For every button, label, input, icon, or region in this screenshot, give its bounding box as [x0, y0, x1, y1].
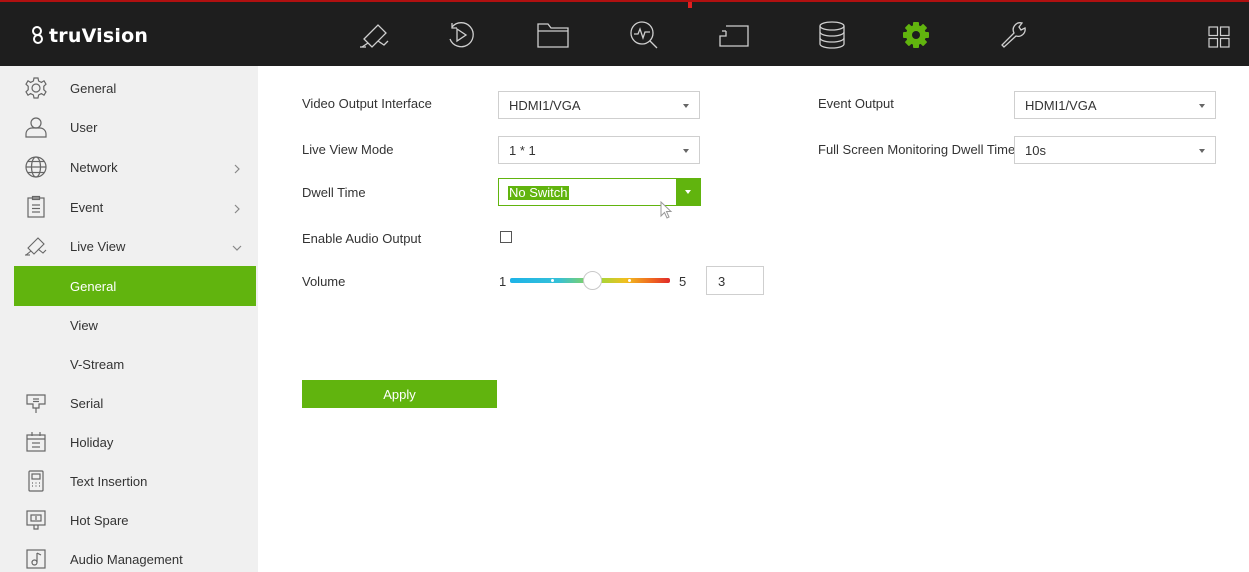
- sidebar-item-label: General: [70, 80, 117, 96]
- dropdown-button[interactable]: [676, 179, 700, 205]
- chevron-down-icon: [232, 241, 242, 251]
- full-screen-dwell-label: Full Screen Monitoring Dwell Time: [818, 142, 1016, 157]
- sidebar-item-label: Hot Spare: [70, 512, 129, 528]
- caret-down-icon: [1199, 149, 1205, 153]
- camera-icon: [24, 234, 48, 258]
- sidebar-item-user[interactable]: User: [0, 107, 258, 147]
- event-output-select[interactable]: HDMI1/VGA: [1014, 91, 1216, 119]
- serial-icon: [24, 391, 48, 415]
- sidebar-item-label: User: [70, 119, 98, 135]
- sidebar-item-network[interactable]: Network: [0, 147, 258, 187]
- gear-icon[interactable]: [896, 18, 936, 52]
- live-view-mode-label: Live View Mode: [302, 142, 394, 157]
- sidebar-item-hot-spare[interactable]: Hot Spare: [0, 500, 258, 540]
- apply-button[interactable]: Apply: [302, 380, 497, 408]
- screen-icon[interactable]: [714, 18, 754, 52]
- live-view-mode-select[interactable]: 1 * 1: [498, 136, 700, 164]
- sidebar-item-live-view[interactable]: Live View: [0, 226, 258, 266]
- select-value: 10s: [1025, 143, 1046, 158]
- sidebar-item-text-insertion[interactable]: Text Insertion: [0, 461, 258, 501]
- folder-icon[interactable]: [533, 18, 573, 52]
- playback-icon[interactable]: [440, 18, 480, 52]
- select-value: HDMI1/VGA: [1025, 98, 1097, 113]
- caret-down-icon: [685, 190, 691, 194]
- user-icon: [24, 115, 48, 139]
- sidebar-item-audio-management[interactable]: Audio Management: [0, 539, 258, 572]
- sidebar-item-label: General: [70, 278, 117, 294]
- sidebar-item-label: Serial: [70, 395, 104, 411]
- sidebar-item-event[interactable]: Event: [0, 187, 258, 227]
- camera-icon[interactable]: [354, 18, 394, 52]
- gear-outline-icon: [24, 76, 48, 100]
- sidebar-item-label: Network: [70, 159, 118, 175]
- select-value: HDMI1/VGA: [509, 98, 581, 113]
- sidebar-item-general[interactable]: General: [0, 68, 258, 108]
- pos-terminal-icon: [24, 469, 48, 493]
- sidebar-item-label: Event: [70, 199, 104, 215]
- sidebar-item-label: Live View: [70, 238, 126, 254]
- select-value: No Switch: [508, 185, 569, 200]
- event-output-label: Event Output: [818, 96, 894, 111]
- full-screen-dwell-select[interactable]: 10s: [1014, 136, 1216, 164]
- brand-mark-icon: [32, 26, 43, 44]
- sidebar-item-label: View: [70, 317, 98, 333]
- sidebar-item-serial[interactable]: Serial: [0, 383, 258, 423]
- top-navigation-bar: truVision: [0, 0, 1249, 66]
- sidebar-item-v-stream[interactable]: V-Stream: [0, 344, 258, 384]
- video-output-interface-select[interactable]: HDMI1/VGA: [498, 91, 700, 119]
- sidebar-item-holiday[interactable]: Holiday: [0, 422, 258, 462]
- search-pulse-icon[interactable]: [624, 18, 664, 52]
- slider-tick: [628, 279, 631, 282]
- wrench-icon[interactable]: [994, 18, 1034, 52]
- sidebar-item-live-view-general[interactable]: General: [14, 266, 256, 306]
- caret-down-icon: [683, 149, 689, 153]
- grid-icon[interactable]: [1208, 26, 1230, 48]
- dwell-time-label: Dwell Time: [302, 185, 366, 200]
- select-value: 1 * 1: [509, 143, 536, 158]
- truvision-logo: truVision: [30, 22, 148, 50]
- slider-tick: [551, 279, 554, 282]
- volume-label: Volume: [302, 274, 346, 289]
- brand-name: truVision: [49, 25, 149, 47]
- sidebar-item-label: Holiday: [70, 434, 114, 450]
- caret-down-icon: [1199, 104, 1205, 108]
- enable-audio-output-checkbox[interactable]: [500, 231, 512, 243]
- volume-max-label: 5: [679, 274, 687, 289]
- calendar-icon: [24, 430, 48, 454]
- sidebar-item-label: Text Insertion: [70, 473, 148, 489]
- chevron-right-icon: [232, 162, 242, 174]
- globe-icon: [24, 155, 48, 179]
- hot-spare-icon: [24, 508, 48, 532]
- sidebar-item-label: V-Stream: [70, 356, 125, 372]
- alarm-indicator: [688, 2, 692, 8]
- caret-down-icon: [683, 104, 689, 108]
- sidebar-item-view[interactable]: View: [0, 305, 258, 345]
- sidebar: General User Network Event Live View Gen…: [0, 66, 258, 572]
- clipboard-icon: [24, 195, 48, 219]
- chevron-right-icon: [232, 202, 242, 214]
- volume-slider-thumb[interactable]: [583, 271, 602, 290]
- volume-value-input[interactable]: 3: [706, 266, 764, 295]
- volume-min-label: 1: [499, 274, 507, 289]
- database-icon[interactable]: [812, 18, 852, 52]
- video-output-interface-label: Video Output Interface: [302, 96, 432, 111]
- enable-audio-output-label: Enable Audio Output: [302, 231, 422, 246]
- mouse-cursor-icon: [660, 201, 673, 219]
- audio-file-icon: [24, 547, 48, 571]
- sidebar-item-label: Audio Management: [70, 551, 183, 567]
- volume-value: 3: [718, 274, 726, 289]
